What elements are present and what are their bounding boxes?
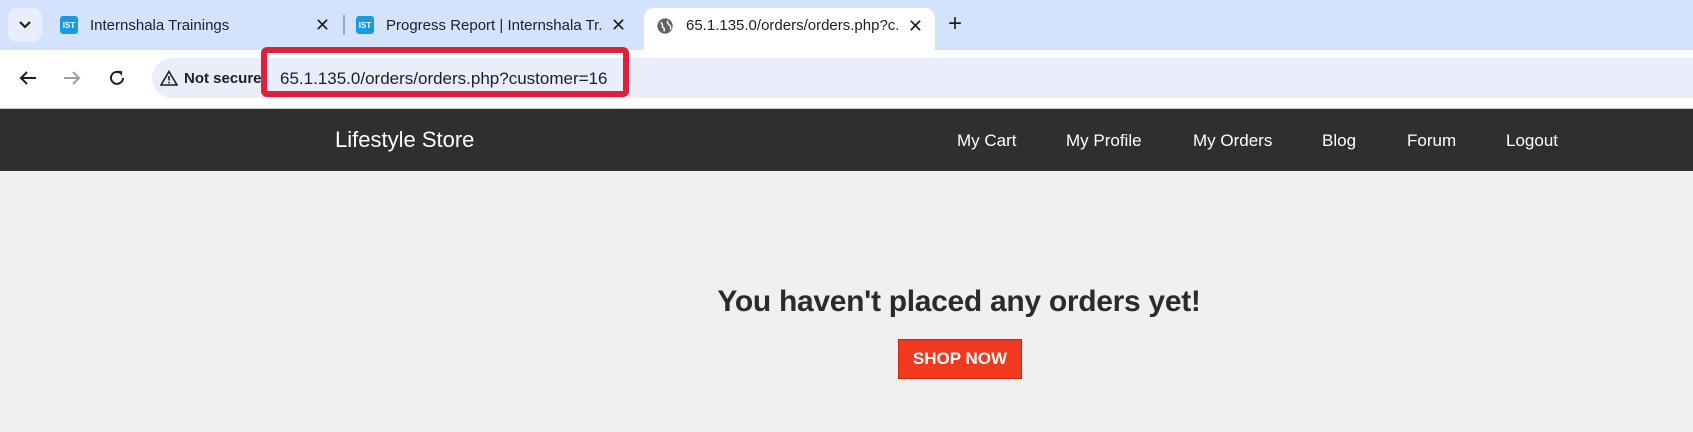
forward-button[interactable]: [56, 62, 88, 94]
site-navbar: Lifestyle Store My Cart My Profile My Or…: [0, 109, 1693, 171]
brand-link[interactable]: Lifestyle Store: [335, 127, 474, 153]
close-icon[interactable]: ✕: [908, 17, 923, 35]
tab-internshala-trainings[interactable]: IST Internshala Trainings ✕: [50, 8, 342, 42]
globe-icon: [657, 18, 673, 34]
nav-my-profile[interactable]: My Profile: [1066, 131, 1142, 151]
chevron-down-icon: [19, 21, 31, 29]
internshala-favicon-icon: IST: [356, 16, 374, 34]
new-tab-button[interactable]: +: [948, 10, 962, 38]
arrow-left-icon: [19, 71, 36, 85]
nav-blog[interactable]: Blog: [1322, 131, 1356, 151]
tab-separator: [343, 15, 345, 35]
browser-toolbar: Not secure 65.1.135.0/orders/orders.php?…: [0, 50, 1693, 109]
nav-logout[interactable]: Logout: [1506, 131, 1558, 151]
url-highlight-box: [261, 47, 629, 97]
shop-now-button[interactable]: SHOP NOW: [898, 339, 1022, 379]
back-button[interactable]: [12, 62, 44, 94]
tab-title: 65.1.135.0/orders/orders.php?c...: [686, 17, 898, 34]
reload-icon: [110, 70, 124, 85]
security-chip[interactable]: Not secure: [160, 63, 262, 93]
nav-forum[interactable]: Forum: [1407, 131, 1456, 151]
close-icon[interactable]: ✕: [611, 16, 626, 34]
tab-orders-active[interactable]: 65.1.135.0/orders/orders.php?c... ✕: [644, 8, 935, 50]
tab-progress-report[interactable]: IST Progress Report | Internshala Tr... …: [348, 8, 638, 42]
nav-my-orders[interactable]: My Orders: [1193, 131, 1272, 151]
empty-orders-message: You haven't placed any orders yet!: [717, 285, 1201, 318]
arrow-right-icon: [64, 71, 81, 85]
tab-title: Progress Report | Internshala Tr...: [386, 16, 604, 34]
tab-strip: IST Internshala Trainings ✕ IST Progress…: [0, 0, 1693, 50]
tab-title: Internshala Trainings: [90, 16, 230, 34]
reload-button[interactable]: [101, 62, 133, 94]
tab-search-button[interactable]: [8, 8, 42, 42]
warning-icon: [160, 70, 178, 86]
nav-my-cart[interactable]: My Cart: [957, 131, 1017, 151]
security-label: Not secure: [184, 69, 262, 87]
close-icon[interactable]: ✕: [315, 16, 330, 34]
internshala-favicon-icon: IST: [60, 16, 78, 34]
